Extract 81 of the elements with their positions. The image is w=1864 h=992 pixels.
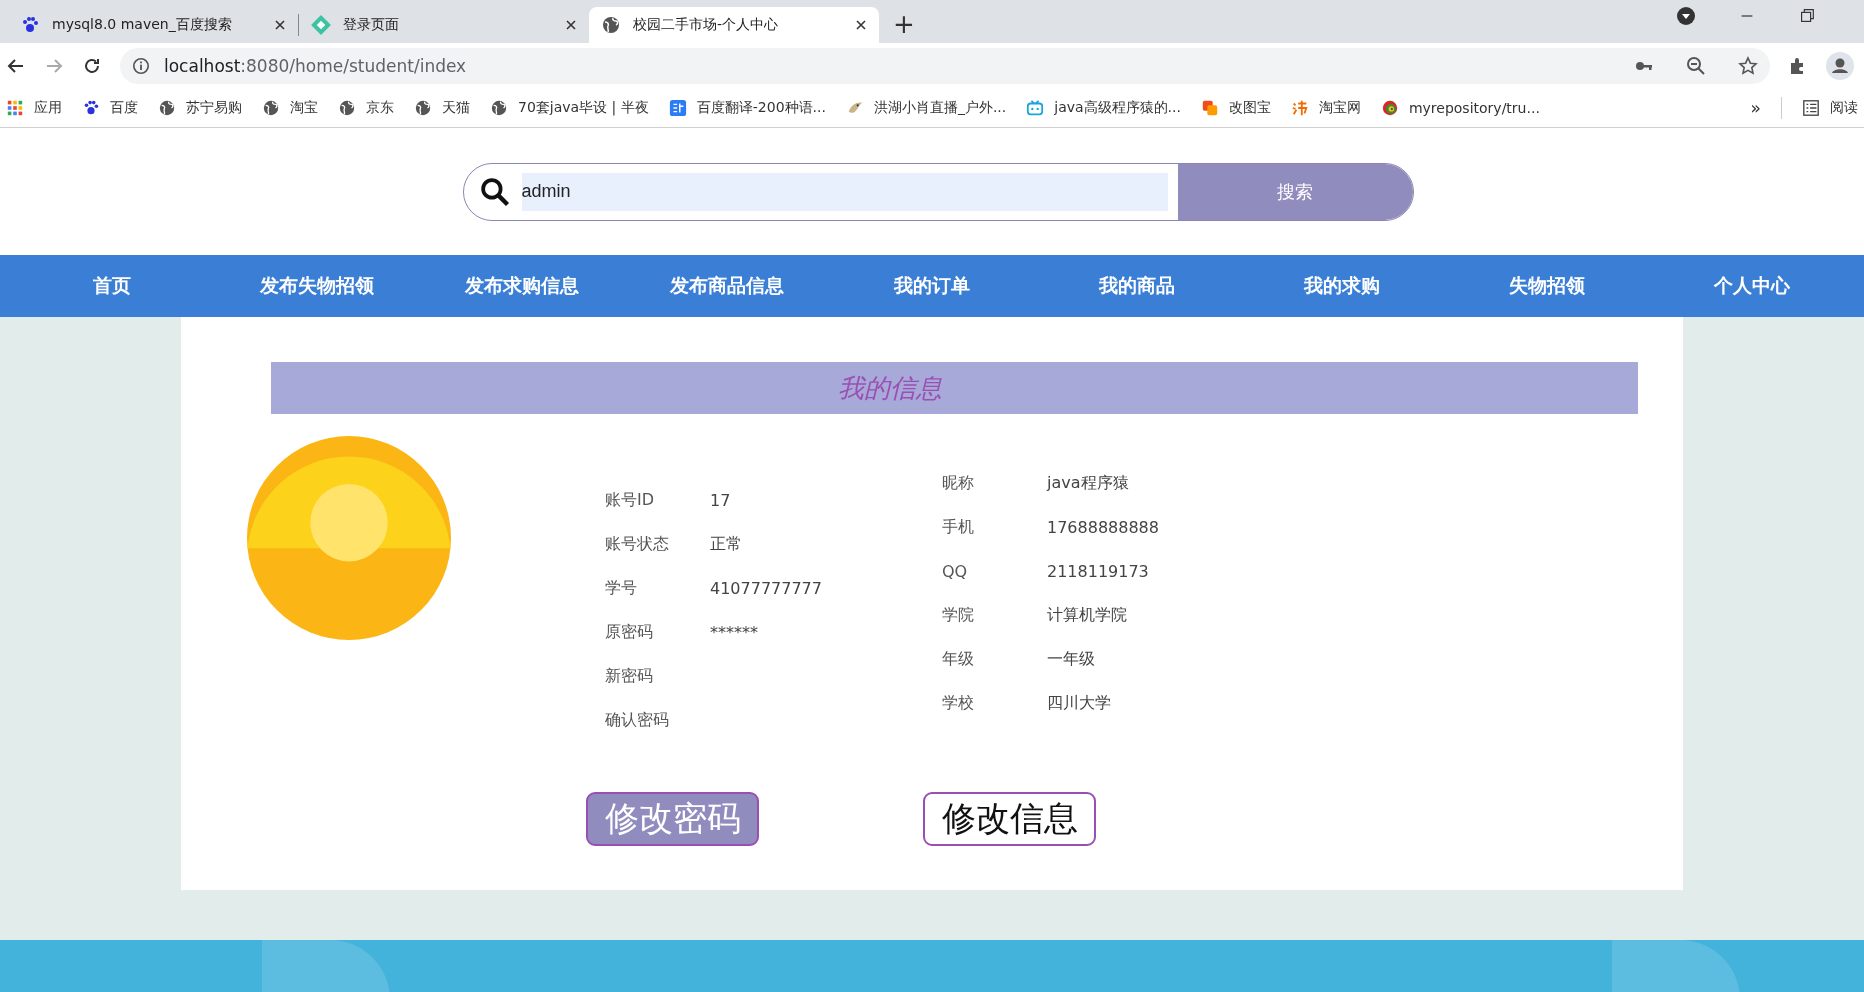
profile-icon[interactable] [1826,51,1854,80]
bookmark[interactable]: java高级程序猿的... [1026,98,1181,117]
field-label: 原密码 [605,622,654,643]
tv-icon [1026,98,1045,117]
more-bookmarks-button[interactable]: » [1750,97,1761,118]
tao-icon [1290,98,1309,117]
field-value: 17688888888 [1047,518,1159,537]
paw-icon [82,98,100,117]
search-icon [479,176,510,207]
action-button[interactable]: 修改信息 [923,792,1096,846]
close-icon[interactable] [855,19,867,31]
info-icon[interactable] [132,56,150,75]
restore-icon[interactable] [1798,6,1816,25]
apps-icon [6,98,24,117]
new-tab-button[interactable]: + [879,9,929,43]
globe-icon [414,98,432,117]
field-value: 17 [710,491,731,510]
nav-link[interactable]: 我的求购 [1303,273,1380,299]
field-label: 确认密码 [605,710,670,731]
field-label: QQ [942,562,969,581]
field-label: 新密码 [605,666,654,687]
globe-icon [158,98,176,117]
close-icon[interactable] [565,19,577,31]
bookmark[interactable]: 70套java毕设 | 半夜 [490,98,649,117]
dropdown-icon[interactable] [1676,5,1696,26]
field-label: 账号状态 [605,534,670,555]
tab-title: 校园二手市场-个人中心 [633,16,780,34]
globe-icon [601,15,621,35]
bookmark[interactable]: 淘宝 [262,98,318,117]
bookmark[interactable]: 改图宝 [1200,98,1271,117]
nav-link[interactable]: 发布商品信息 [670,273,785,299]
field-label: 学校 [942,693,975,714]
bookmark[interactable]: 淘宝网 [1290,98,1361,117]
field-value: 2118119173 [1047,562,1149,581]
field-value: java程序猿 [1047,473,1129,494]
browser-tab[interactable]: mysql8.0 maven_百度搜索 [8,7,298,43]
browser-tab[interactable]: 登录页面 [299,7,589,43]
field-label: 学号 [605,578,638,599]
browser-tab[interactable]: 校园二手市场-个人中心 [589,7,879,43]
bookmark[interactable]: 天猫 [414,98,470,117]
paw-icon [20,15,40,35]
globe-icon [338,98,356,117]
swirl-icon [1380,98,1399,117]
bookmark[interactable]: 百度 [82,98,138,117]
field-value: ****** [710,623,758,642]
field-value: 正常 [710,534,742,555]
squares-icon [1200,98,1219,117]
list-icon [1802,98,1820,117]
bookmark[interactable]: 洪湖小肖直播_户外... [845,98,1007,117]
address-field[interactable]: localhost:8080/home/student/index [120,47,1770,84]
bookmark[interactable]: myrepository/tru... [1380,98,1540,117]
reading-list-button[interactable]: 阅读 [1802,98,1858,117]
field-value: 计算机学院 [1047,605,1127,626]
section-title: 我的信息 [271,362,1638,414]
close-icon[interactable] [274,19,286,31]
globe-icon [262,98,280,117]
field-label: 年级 [942,649,975,670]
nav-link[interactable]: 发布求购信息 [465,273,580,299]
bookmark[interactable]: 京东 [338,98,394,117]
field-label: 昵称 [942,473,975,494]
translate-icon [668,98,687,117]
field-value: 一年级 [1047,649,1095,670]
nav-link[interactable]: 首页 [93,273,132,299]
bookmark[interactable]: 百度翻译-200种语... [668,98,826,117]
globe-icon [490,98,508,117]
tab-title: mysql8.0 maven_百度搜索 [52,16,233,34]
field-value: 41077777777 [710,579,822,598]
nav-link[interactable]: 个人中心 [1713,273,1790,299]
bookmark[interactable]: 苏宁易购 [158,98,242,117]
nav-link[interactable]: 我的订单 [894,273,970,299]
star-icon[interactable] [1738,55,1758,76]
zoom-out-icon[interactable] [1686,55,1706,76]
nav-link[interactable]: 发布失物招领 [260,273,375,299]
nav-link[interactable]: 我的商品 [1098,273,1175,299]
bookmark[interactable]: 应用 [6,98,62,117]
field-label: 手机 [942,517,975,538]
field-value: 四川大学 [1047,693,1111,714]
field-label: 学院 [942,605,975,626]
tab-title: 登录页面 [343,16,400,34]
field-label: 账号ID [605,490,656,511]
nav-link[interactable]: 失物招领 [1508,273,1585,299]
